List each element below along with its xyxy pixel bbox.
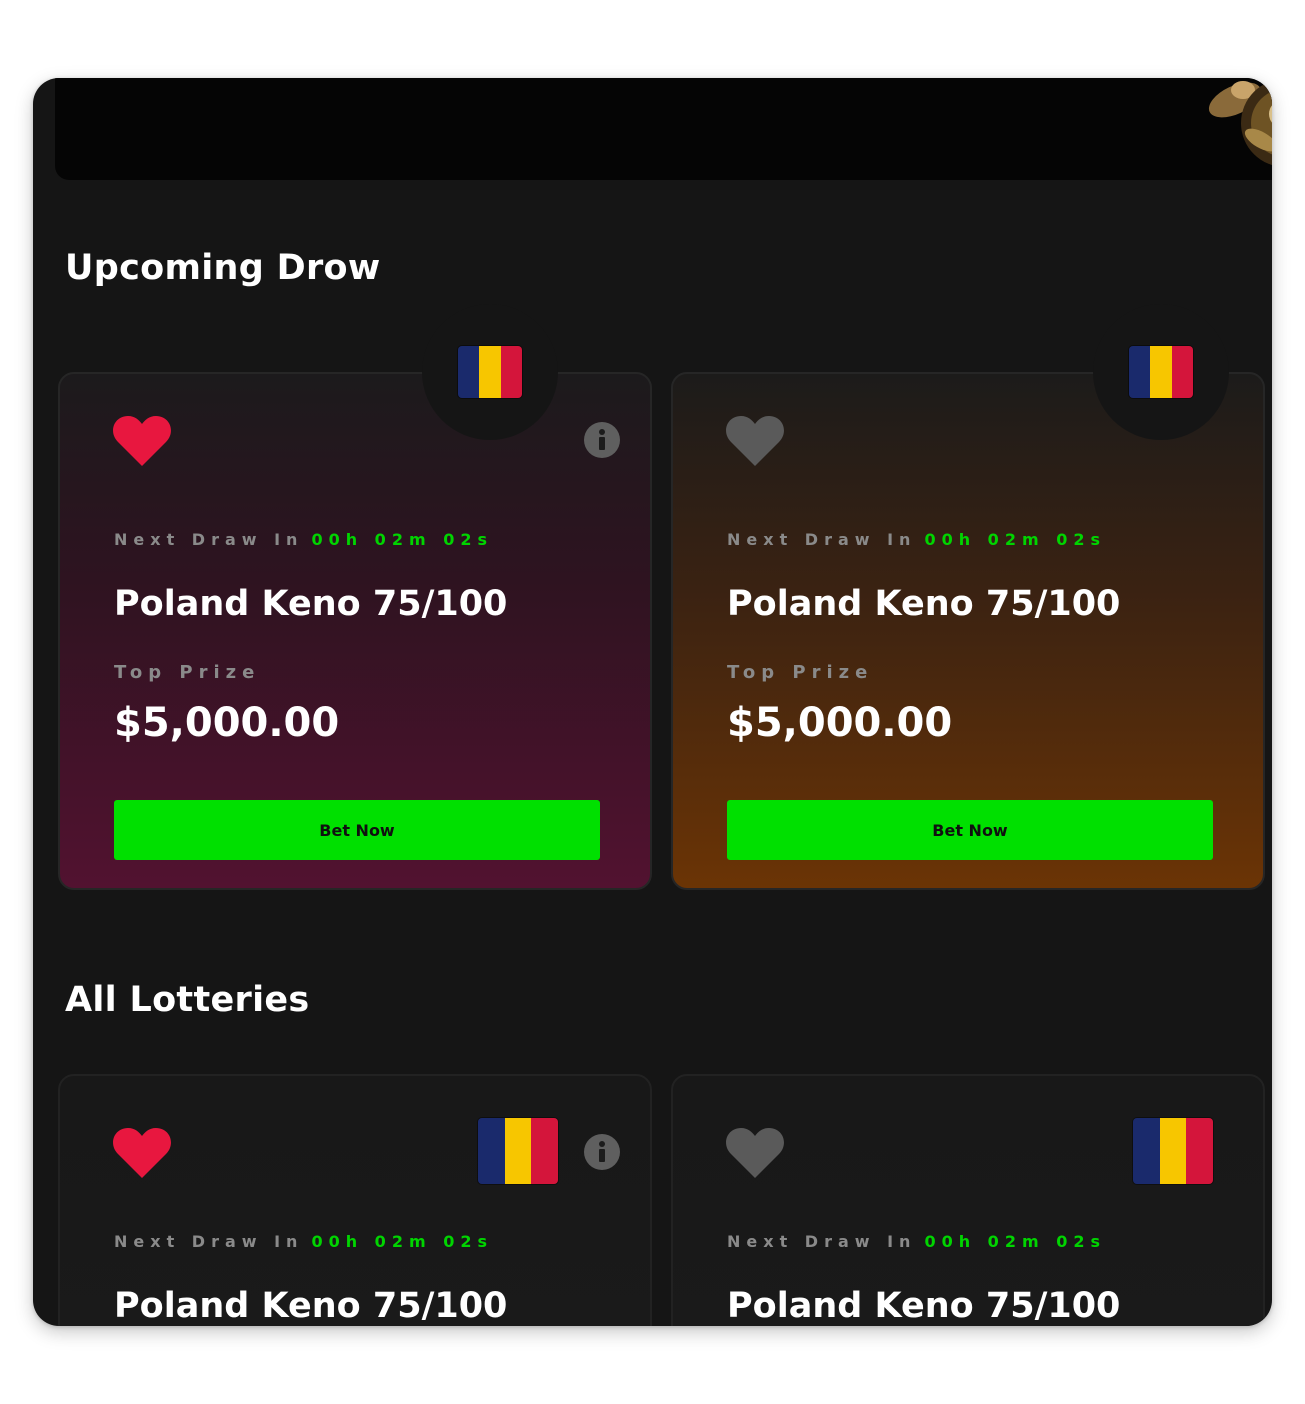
- romania-flag-icon: [1129, 346, 1193, 398]
- next-draw-row: Next Draw In 00h 02m 02s: [114, 1232, 493, 1251]
- countdown-timer: 00h 02m 02s: [924, 1232, 1106, 1251]
- countdown-timer: 00h 02m 02s: [924, 530, 1106, 549]
- top-prize-value: $5,000.00: [727, 700, 953, 746]
- upcoming-lottery-card[interactable]: Next Draw In 00h 02m 02s Poland Keno 75/1…: [671, 304, 1265, 890]
- next-draw-label: Next Draw In: [727, 1232, 917, 1251]
- next-draw-row: Next Draw In 00h 02m 02s: [727, 530, 1106, 549]
- next-draw-label: Next Draw In: [114, 1232, 304, 1251]
- lottery-name: Poland Keno 75/100: [727, 1286, 1121, 1326]
- top-prize-label: Top Prize: [114, 662, 261, 683]
- lottery-name: Poland Keno 75/100: [727, 584, 1121, 624]
- upcoming-lottery-card[interactable]: Next Draw In 00h 02m 02s Poland Keno 75/1…: [58, 304, 652, 890]
- lottery-card[interactable]: Next Draw In 00h 02m 02s Poland Keno 75/1…: [671, 1074, 1265, 1326]
- app-screen: Upcoming Drow Next Draw In 00h 02m 02s Po…: [33, 78, 1272, 1326]
- info-icon[interactable]: [584, 1134, 620, 1170]
- next-draw-label: Next Draw In: [114, 530, 304, 549]
- banner-artwork: [1165, 78, 1272, 168]
- lottery-name: Poland Keno 75/100: [114, 584, 508, 624]
- heart-icon[interactable]: [112, 1126, 172, 1180]
- lottery-name: Poland Keno 75/100: [114, 1286, 508, 1326]
- next-draw-label: Next Draw In: [727, 530, 917, 549]
- romania-flag-icon: [1133, 1118, 1213, 1184]
- top-prize-value: $5,000.00: [114, 700, 340, 746]
- romania-flag-icon: [458, 346, 522, 398]
- flag-badge: [1093, 304, 1229, 440]
- bet-now-button[interactable]: Bet Now: [727, 800, 1213, 860]
- next-draw-row: Next Draw In 00h 02m 02s: [114, 530, 493, 549]
- all-lotteries-title: All Lotteries: [65, 980, 310, 1020]
- heart-icon[interactable]: [112, 414, 172, 468]
- upcoming-draw-title: Upcoming Drow: [65, 248, 381, 288]
- hero-banner[interactable]: [55, 78, 1272, 180]
- flag-badge: [422, 304, 558, 440]
- heart-icon[interactable]: [725, 1126, 785, 1180]
- bet-now-button[interactable]: Bet Now: [114, 800, 600, 860]
- info-icon[interactable]: [584, 422, 620, 458]
- romania-flag-icon: [478, 1118, 558, 1184]
- lottery-card[interactable]: Next Draw In 00h 02m 02s Poland Keno 75/1…: [58, 1074, 652, 1326]
- heart-icon[interactable]: [725, 414, 785, 468]
- top-prize-label: Top Prize: [727, 662, 874, 683]
- countdown-timer: 00h 02m 02s: [311, 1232, 493, 1251]
- countdown-timer: 00h 02m 02s: [311, 530, 493, 549]
- next-draw-row: Next Draw In 00h 02m 02s: [727, 1232, 1106, 1251]
